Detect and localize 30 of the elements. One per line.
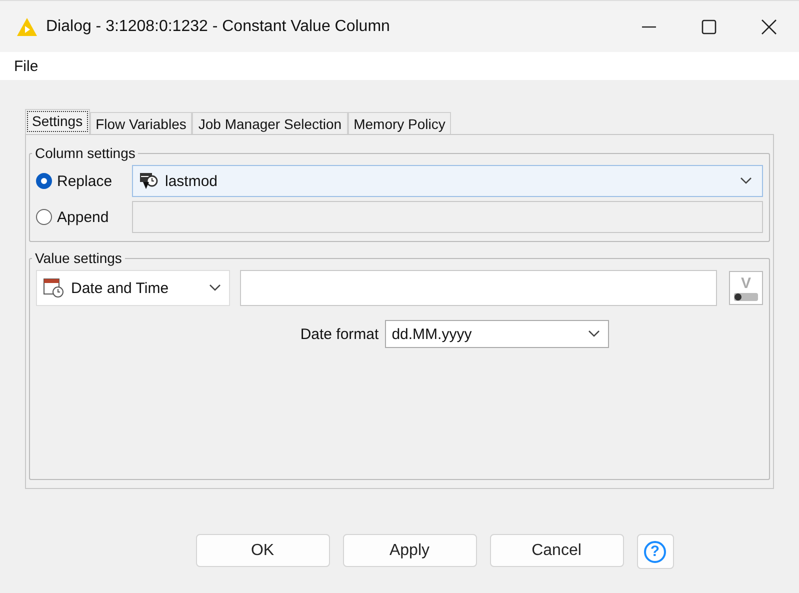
- group-title: Column settings: [34, 145, 136, 161]
- tab[interactable]: Flow Variables: [90, 112, 192, 134]
- dialog-button[interactable]: OK: [196, 534, 330, 567]
- menu-item[interactable]: File: [14, 58, 38, 74]
- maximize-icon[interactable]: [701, 18, 717, 34]
- chevron-down-icon: [209, 284, 221, 292]
- column-name-field[interactable]: [132, 201, 763, 233]
- radio-button[interactable]: Append: [36, 208, 126, 226]
- dialog-button[interactable]: Apply: [342, 534, 476, 567]
- calendar-clock-icon: [43, 277, 65, 299]
- date-format-label: Date format: [300, 326, 379, 342]
- column-dropdown[interactable]: lastmod: [132, 165, 763, 197]
- type-dropdown[interactable]: Date and Time: [36, 270, 230, 306]
- chevron-down-icon: [740, 177, 752, 185]
- column-type-icon: [139, 171, 159, 191]
- toggle-icon: [734, 293, 758, 301]
- radio-indicator[interactable]: [36, 173, 52, 189]
- radio-indicator[interactable]: [36, 209, 52, 225]
- tab[interactable]: Job Manager Selection: [192, 112, 348, 134]
- close-icon[interactable]: [761, 18, 777, 34]
- radio-button[interactable]: Replace: [36, 172, 126, 190]
- triangle-logo-icon: [16, 16, 38, 36]
- value-input-field[interactable]: [240, 270, 717, 306]
- tab[interactable]: Settings: [25, 109, 90, 134]
- group-title: Value settings: [34, 250, 123, 266]
- dialog-button[interactable]: Cancel: [490, 534, 624, 567]
- chevron-down-icon: [588, 330, 600, 338]
- date-format-dropdown[interactable]: dd.MM.yyyy: [384, 320, 609, 348]
- tab[interactable]: Memory Policy: [348, 112, 452, 134]
- window-title: Dialog - 3:1208:0:1232 - Constant Value Column: [46, 18, 391, 36]
